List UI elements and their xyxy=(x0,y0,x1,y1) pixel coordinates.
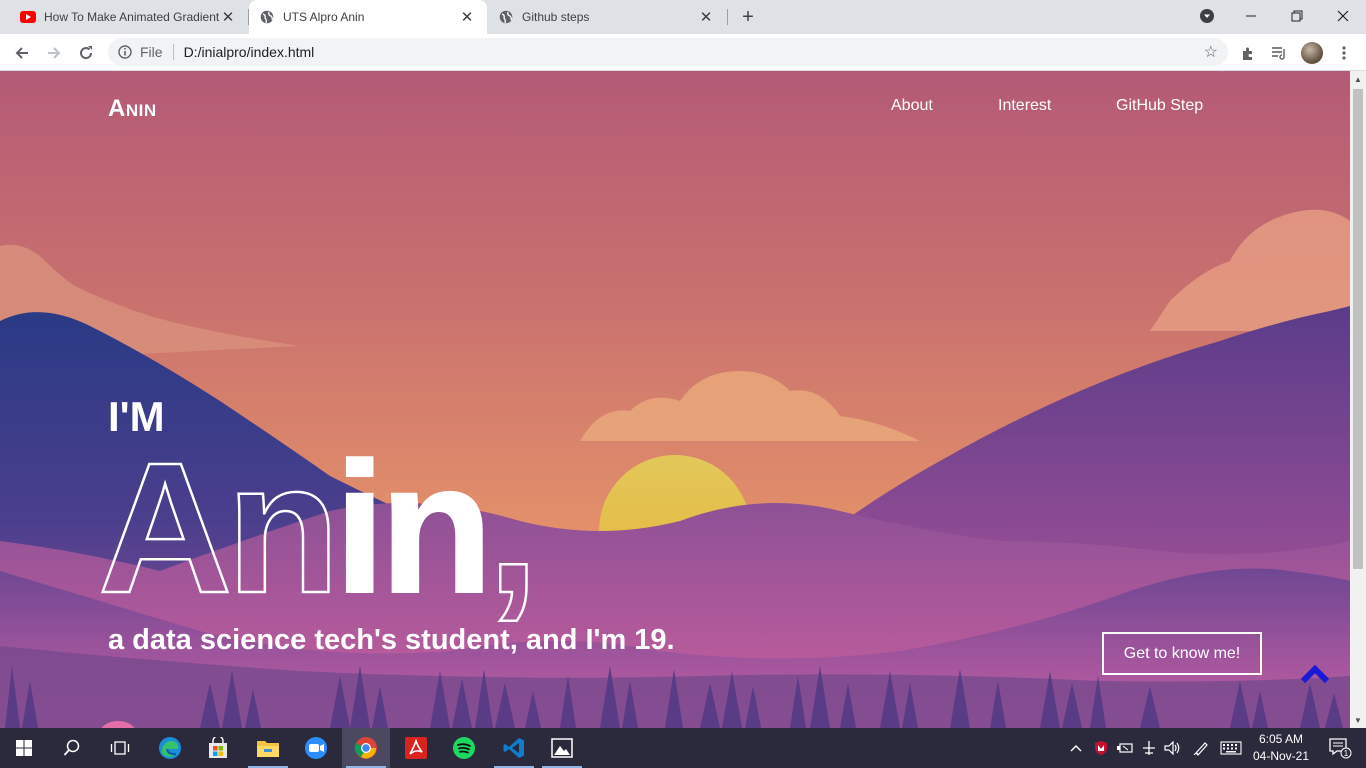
tab-title: UTS Alpro Anin xyxy=(283,10,365,24)
mcafee-shield-icon[interactable] xyxy=(1090,728,1112,768)
globe-icon xyxy=(259,9,275,25)
pen-workspace-icon[interactable] xyxy=(1190,728,1212,768)
hero-subtitle: a data science tech's student, and I'm 1… xyxy=(108,624,675,656)
hero-intro: I'M xyxy=(108,393,165,440)
action-center-button[interactable]: 1 xyxy=(1320,728,1360,768)
close-tab-icon[interactable]: ✕ xyxy=(698,9,714,26)
minimize-button[interactable] xyxy=(1228,0,1274,32)
file-explorer-icon[interactable] xyxy=(244,728,292,768)
photos-icon[interactable] xyxy=(538,728,586,768)
reload-button[interactable] xyxy=(72,39,100,67)
site-brand-logo[interactable]: Anin xyxy=(108,95,157,123)
search-icon[interactable] xyxy=(48,728,96,768)
chevron-up-icon xyxy=(1300,664,1330,684)
url-text[interactable]: D:/inialpro/index.html xyxy=(184,44,315,60)
store-icon[interactable] xyxy=(194,728,242,768)
task-view-icon[interactable] xyxy=(96,728,144,768)
page-viewport: Anin About Interest GitHub Step I'M Anin… xyxy=(0,71,1350,728)
arrow-right-icon xyxy=(48,47,61,59)
acrobat-icon[interactable] xyxy=(392,728,440,768)
close-icon xyxy=(1337,10,1349,22)
scroll-down-icon[interactable]: ▼ xyxy=(1350,712,1366,728)
hero-name-heading: Anin, xyxy=(97,441,540,631)
bookmark-star-icon[interactable]: ☆ xyxy=(1204,42,1218,62)
page-scrollbar[interactable]: ▲ ▼ xyxy=(1350,71,1366,728)
profile-avatar[interactable] xyxy=(1301,42,1323,64)
hero-name-letter: A xyxy=(98,441,228,631)
volume-icon[interactable] xyxy=(1162,728,1184,768)
tab-uts-alpro[interactable]: UTS Alpro Anin ✕ xyxy=(249,0,487,34)
tab-gradient-video[interactable]: How To Make Animated Gradient ✕ xyxy=(0,0,248,34)
battery-icon xyxy=(1114,728,1136,768)
tab-title: How To Make Animated Gradient xyxy=(44,10,220,24)
scroll-up-icon[interactable]: ▲ xyxy=(1350,71,1366,87)
clock-date: 04-Nov-21 xyxy=(1252,749,1310,763)
airplane-mode-icon[interactable] xyxy=(1138,728,1160,768)
chevron-down-icon xyxy=(1200,9,1214,23)
show-hidden-icons-icon[interactable] xyxy=(1066,728,1086,768)
touch-keyboard-icon[interactable] xyxy=(1218,728,1244,768)
youtube-icon xyxy=(20,9,36,25)
hero-name-letter: , xyxy=(487,441,533,631)
get-to-know-me-button[interactable]: Get to know me! xyxy=(1102,632,1262,675)
new-tab-button[interactable]: + xyxy=(736,6,760,28)
restore-icon xyxy=(1291,10,1303,22)
back-button[interactable] xyxy=(8,39,36,67)
tab-github-steps[interactable]: Github steps ✕ xyxy=(488,0,726,34)
address-bar[interactable]: File D:/inialpro/index.html ☆ xyxy=(108,38,1228,66)
nav-link-github-step[interactable]: GitHub Step xyxy=(1116,97,1203,115)
clock-time: 6:05 AM xyxy=(1258,732,1304,746)
more-menu-icon[interactable] xyxy=(1332,41,1356,65)
nav-link-interest[interactable]: Interest xyxy=(998,97,1051,115)
system-clock[interactable]: 6:05 AM 04-Nov-21 xyxy=(1244,731,1318,765)
back-to-top-button[interactable] xyxy=(1299,663,1331,687)
chrome-icon[interactable] xyxy=(342,728,390,768)
scrollbar-thumb[interactable] xyxy=(1353,89,1363,569)
globe-icon xyxy=(498,9,514,25)
vscode-icon[interactable] xyxy=(490,728,538,768)
hero-name-letter: n xyxy=(226,441,334,631)
notification-count: 1 xyxy=(1344,749,1349,758)
zoom-icon[interactable] xyxy=(292,728,340,768)
close-tab-icon[interactable]: ✕ xyxy=(459,9,475,26)
restore-button[interactable] xyxy=(1274,0,1320,32)
info-icon xyxy=(118,45,132,59)
hero-name-letter: i xyxy=(334,441,380,631)
minimize-icon xyxy=(1246,15,1256,17)
tab-title: Github steps xyxy=(522,10,590,24)
forward-button[interactable] xyxy=(40,39,68,67)
close-tab-icon[interactable]: ✕ xyxy=(220,9,236,26)
desktop-screen: How To Make Animated Gradient ✕ UTS Alpr… xyxy=(0,0,1366,768)
hero-name-letter: n xyxy=(380,441,488,631)
browser-tab-strip: How To Make Animated Gradient ✕ UTS Alpr… xyxy=(0,0,1366,34)
nav-link-about[interactable]: About xyxy=(891,97,933,115)
url-scheme-label: File xyxy=(140,44,163,60)
tab-search-button[interactable] xyxy=(1184,0,1230,32)
hero-name-text: Anin, xyxy=(98,441,533,631)
reload-icon xyxy=(80,46,93,60)
notification-icon: 1 xyxy=(1329,738,1352,759)
windows-taskbar: 6:05 AM 04-Nov-21 1 xyxy=(0,728,1366,768)
browser-toolbar: File D:/inialpro/index.html ☆ xyxy=(0,34,1366,71)
windows-start-icon[interactable] xyxy=(0,728,48,768)
arrow-left-icon xyxy=(15,47,28,59)
close-window-button[interactable] xyxy=(1320,0,1366,32)
edge-icon[interactable] xyxy=(146,728,194,768)
reading-list-icon[interactable] xyxy=(1267,41,1291,65)
spotify-icon[interactable] xyxy=(440,728,488,768)
extensions-icon[interactable] xyxy=(1236,41,1260,65)
